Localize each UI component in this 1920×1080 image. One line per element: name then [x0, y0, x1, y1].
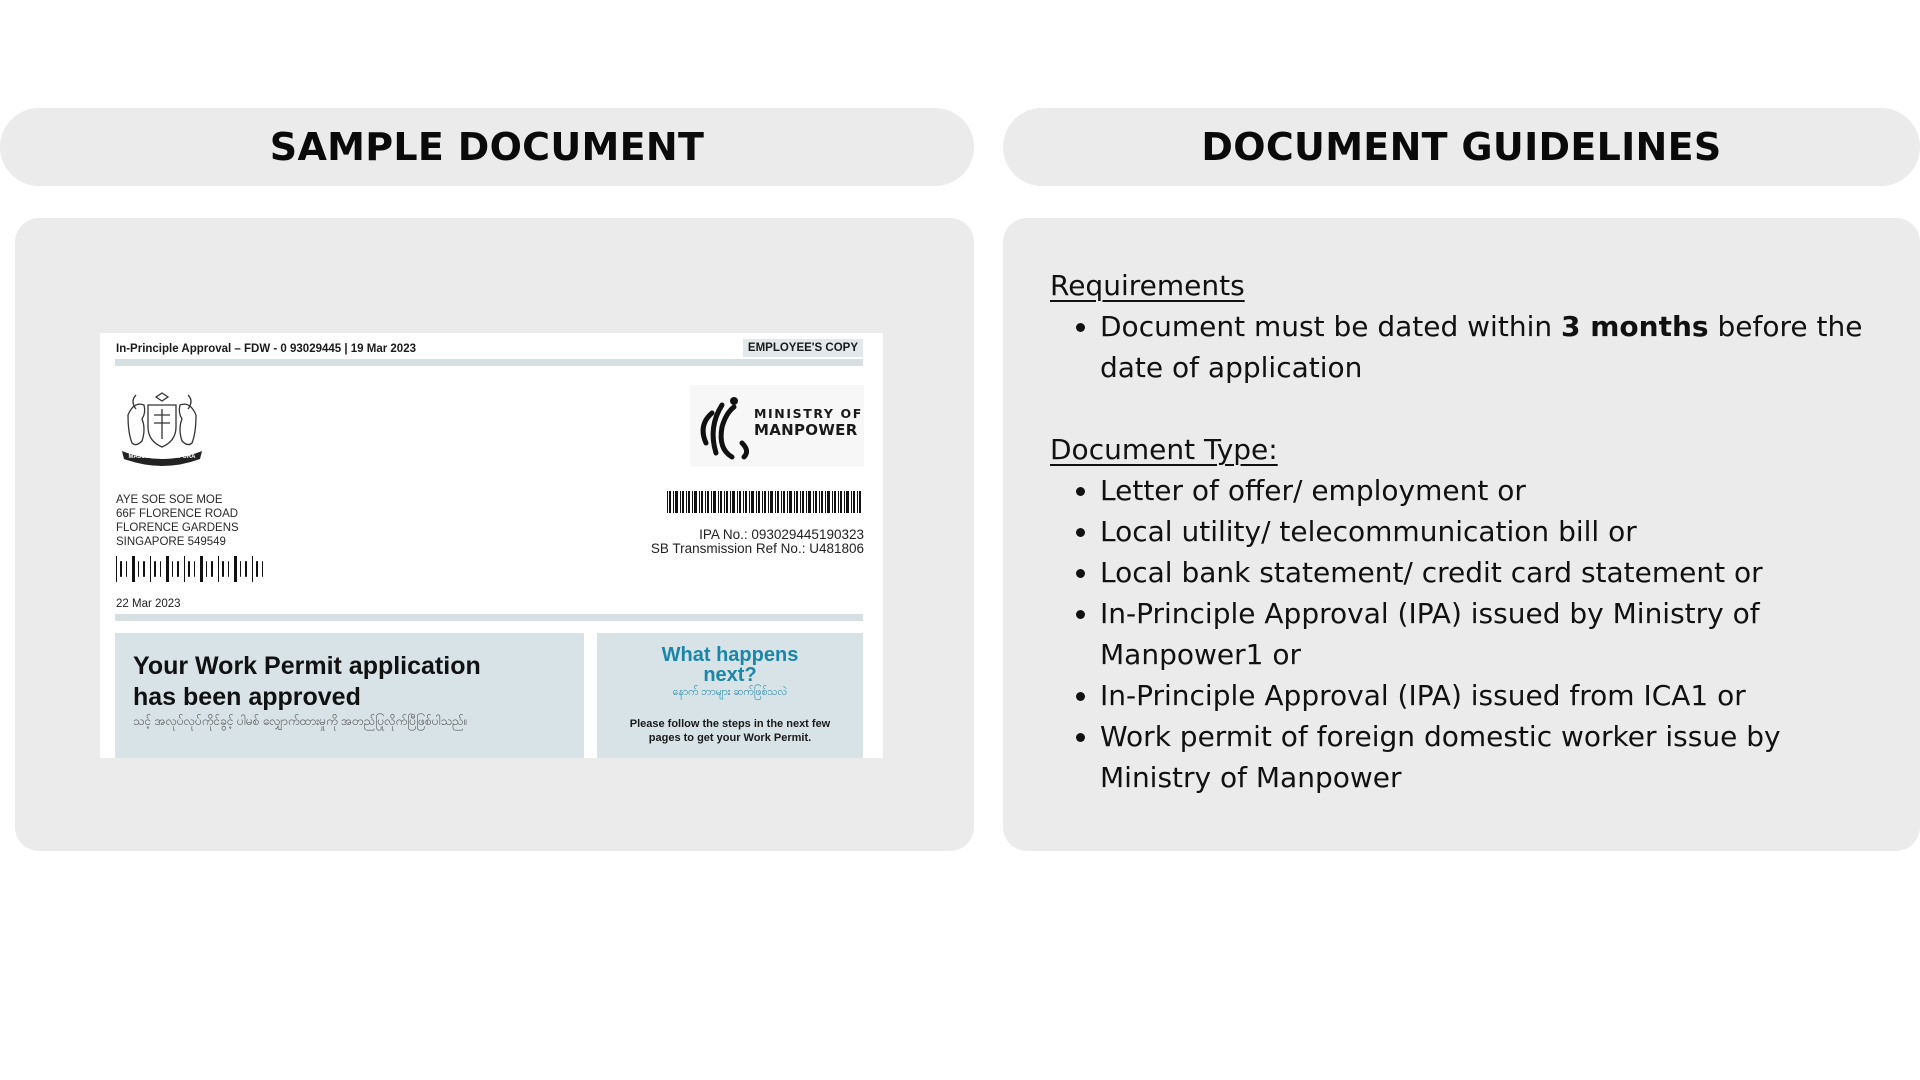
date-rule	[115, 614, 863, 621]
employees-copy-badge: EMPLOYEE'S COPY	[742, 339, 863, 357]
address-line: 66F FLORENCE ROAD	[116, 508, 239, 520]
ministry-of-manpower-logo: MINISTRY OF MANPOWER	[690, 385, 864, 467]
recipient-address: AYE SOE SOE MOE 66F FLORENCE ROAD FLOREN…	[116, 493, 239, 549]
ministry-name: MINISTRY OF MANPOWER	[754, 405, 863, 439]
postal-barcode-icon	[116, 556, 263, 582]
next-steps-box: What happens next? နောက် ဘာများ ဆက်ဖြစ်သ…	[597, 633, 863, 758]
approval-box: Your Work Permit application has been ap…	[115, 633, 584, 758]
singapore-crest-icon: MAJULAH SINGAPURA	[122, 392, 202, 466]
document-type-item: In-Principle Approval (IPA) issued by Mi…	[1100, 593, 1895, 675]
approval-burmese-text: သင့် အလုပ်လုပ်ကိုင်ခွင့် ပါမစ် လျှောက်ထာ…	[133, 714, 468, 728]
next-steps-title-line-1: What happens	[661, 644, 799, 666]
sb-transmission-ref: SB Transmission Ref No.: U481806	[650, 541, 864, 556]
document-guidelines-header: DOCUMENT GUIDELINES	[1003, 108, 1920, 186]
document-type-item: Local utility/ telecommunication bill or	[1100, 511, 1895, 552]
document-type-list: Letter of offer/ employment or Local uti…	[1050, 470, 1895, 798]
guidelines-content: Requirements Document must be dated with…	[1050, 265, 1895, 798]
document-type-item: Work permit of foreign domestic worker i…	[1100, 716, 1895, 798]
address-line: FLORENCE GARDENS	[116, 522, 239, 534]
approval-reference-line: In-Principle Approval – FDW - 0 93029445…	[116, 343, 416, 355]
manpower-emblem-icon	[700, 397, 750, 460]
document-type-heading: Document Type:	[1050, 433, 1278, 466]
next-steps-instructions: Please follow the steps in the next few …	[629, 718, 831, 744]
next-steps-burmese: နောက် ဘာများ ဆက်ဖြစ်သလဲ	[672, 686, 788, 698]
sample-document-image: In-Principle Approval – FDW - 0 93029445…	[100, 333, 883, 758]
ipa-reference-block: IPA No.: 093029445190323 SB Transmission…	[651, 528, 864, 556]
header-rule	[115, 359, 863, 366]
ipa-number: IPA No.: 093029445190323	[699, 527, 864, 542]
approval-title-line-1: Your Work Permit application	[133, 652, 481, 680]
crest-caption: MAJULAH SINGAPURA	[128, 454, 196, 460]
approval-title: Your Work Permit application has been ap…	[133, 651, 481, 713]
requirements-heading: Requirements	[1050, 269, 1245, 302]
requirement-text: Document must be dated within	[1100, 310, 1561, 343]
requirements-list: Document must be dated within 3 months b…	[1050, 306, 1895, 388]
document-type-item: In-Principle Approval (IPA) issued from …	[1100, 675, 1895, 716]
approval-title-line-2: has been approved	[133, 683, 361, 711]
ministry-line-2: MANPOWER	[754, 421, 858, 439]
next-steps-title: What happens next?	[597, 645, 863, 685]
address-line: AYE SOE SOE MOE	[116, 494, 223, 506]
document-barcode-icon	[667, 491, 861, 513]
requirement-item: Document must be dated within 3 months b…	[1100, 306, 1895, 388]
letter-date: 22 Mar 2023	[116, 598, 181, 610]
ministry-line-1: MINISTRY OF	[754, 406, 863, 421]
next-steps-title-line-2: next?	[703, 664, 757, 686]
document-type-item: Local bank statement/ credit card statem…	[1100, 552, 1895, 593]
address-line: SINGAPORE 549549	[116, 536, 226, 548]
sample-document-header: SAMPLE DOCUMENT	[0, 108, 974, 186]
document-type-item: Letter of offer/ employment or	[1100, 470, 1895, 511]
requirement-emphasis: 3 months	[1561, 310, 1709, 343]
